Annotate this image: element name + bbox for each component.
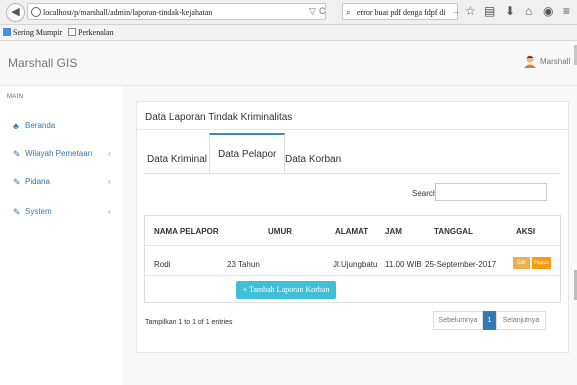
tab-data-korban[interactable]: Data Korban bbox=[285, 145, 341, 174]
sidebar-item-wilayah-pemetaan[interactable]: ✎ Wilayah Pemetaan ‹ bbox=[0, 144, 122, 164]
bookmark-perkenalan[interactable]: Perkenalan bbox=[68, 25, 114, 40]
back-icon[interactable]: ◀ bbox=[6, 3, 25, 22]
browser-toolbar: ◀ localhost/p/marshall/admin/laporan-tin… bbox=[0, 0, 577, 25]
clipboard-icon[interactable]: ▤ bbox=[484, 4, 495, 18]
report-panel: Data Laporan Tindak Kriminalitas Data Kr… bbox=[136, 101, 569, 353]
bookmarks-bar: Sering Mumpir Perkenalan bbox=[0, 25, 577, 41]
pelapor-table: NAMA PELAPOR UMUR ALAMAT JAM TANGGAL AKS… bbox=[144, 215, 561, 303]
edit-icon: ✎ bbox=[13, 149, 21, 159]
star-icon[interactable]: ☆ bbox=[465, 4, 476, 18]
chevron-left-icon: ‹ bbox=[108, 149, 111, 158]
chevron-left-icon: ‹ bbox=[108, 207, 111, 216]
column-header[interactable]: TANGGAL bbox=[434, 227, 473, 236]
user-name[interactable]: Marshall bbox=[540, 57, 570, 66]
cell-jam: 11.00 WIB bbox=[385, 260, 422, 269]
avatar[interactable] bbox=[524, 55, 536, 68]
bookmark-folder-icon bbox=[3, 28, 11, 36]
reload-icon[interactable]: C bbox=[319, 3, 326, 20]
bookmark-label: Perkenalan bbox=[78, 28, 114, 37]
url-dropdown-icon[interactable]: ▽ bbox=[309, 3, 316, 20]
row-divider bbox=[145, 245, 560, 246]
edit-button[interactable]: Edit bbox=[513, 257, 530, 269]
sidebar-item-label: Wilayah Pemetaan bbox=[25, 149, 93, 158]
edit-icon: ✎ bbox=[13, 207, 21, 217]
column-header[interactable]: AKSI bbox=[516, 227, 535, 236]
sidebar-item-label: Beranda bbox=[25, 121, 56, 130]
row-divider bbox=[145, 275, 560, 276]
brand-title[interactable]: Marshall GIS bbox=[8, 56, 77, 70]
table-search-input[interactable] bbox=[435, 183, 547, 201]
pagination-next-button[interactable]: Selanjutnya bbox=[496, 311, 546, 330]
sidebar-item-label: Pidana bbox=[25, 177, 50, 186]
home-icon[interactable]: ⌂ bbox=[525, 4, 532, 18]
sidebar-item-label: System bbox=[25, 207, 52, 216]
menu-icon[interactable]: ≡ bbox=[563, 4, 570, 18]
add-report-button[interactable]: + Tambah Laporan Korban bbox=[236, 281, 336, 299]
chevron-left-icon: ‹ bbox=[108, 177, 111, 186]
dashboard-icon: ♣ bbox=[13, 121, 19, 131]
url-text: localhost/p/marshall/admin/laporan-tinda… bbox=[43, 8, 213, 17]
sidebar-item-system[interactable]: ✎ System ‹ bbox=[0, 202, 122, 222]
bookmark-label: Sering Mumpir bbox=[13, 28, 63, 37]
pocket-icon[interactable]: ◉ bbox=[543, 4, 553, 18]
panel-title: Data Laporan Tindak Kriminalitas bbox=[145, 112, 293, 123]
column-header[interactable]: JAM bbox=[385, 227, 402, 236]
browser-search-text: error buat pdf denga fdpf di bbox=[357, 8, 446, 17]
pagination-page-button[interactable]: 1 bbox=[483, 311, 496, 330]
table-info: Tampilkan 1 to 1 of 1 entries bbox=[145, 319, 233, 326]
cell-tanggal: 25-September-2017 bbox=[425, 260, 497, 269]
browser-search-input[interactable]: ⌕ error buat pdf denga fdpf di bbox=[342, 3, 458, 20]
download-icon[interactable]: ⬇ bbox=[505, 4, 515, 18]
tab-data-pelapor[interactable]: Data Pelapor bbox=[209, 133, 286, 174]
sidebar-item-pidana[interactable]: ✎ Pidana ‹ bbox=[0, 172, 122, 192]
app-navbar: Marshall GIS Marshall bbox=[0, 41, 577, 86]
search-go-icon[interactable]: → bbox=[451, 3, 460, 20]
column-header[interactable]: UMUR bbox=[268, 227, 292, 236]
cell-alamat: Jl.Ujungbatu bbox=[333, 260, 378, 269]
column-header[interactable]: NAMA PELAPOR bbox=[154, 227, 219, 236]
tabs-divider bbox=[145, 173, 559, 174]
sidebar-item-beranda[interactable]: ♣ Beranda bbox=[0, 116, 122, 136]
cell-umur: 23 Tahun bbox=[227, 260, 260, 269]
sidebar-heading: MAIN bbox=[7, 94, 24, 100]
sidebar: MAIN ♣ Beranda ✎ Wilayah Pemetaan ‹ ✎ Pi… bbox=[0, 86, 122, 385]
edit-icon: ✎ bbox=[13, 177, 21, 187]
search-icon: ⌕ bbox=[346, 7, 352, 17]
globe-icon bbox=[31, 7, 41, 17]
column-header[interactable]: ALAMAT bbox=[335, 227, 368, 236]
cell-nama: Rodi bbox=[154, 260, 171, 269]
pagination-prev-button[interactable]: Sebelumnya bbox=[433, 311, 483, 330]
bookmark-sering-mumpir[interactable]: Sering Mumpir bbox=[3, 25, 62, 40]
page-icon bbox=[68, 28, 76, 36]
delete-button[interactable]: Hapus bbox=[532, 257, 551, 269]
address-bar[interactable]: localhost/p/marshall/admin/laporan-tinda… bbox=[27, 3, 326, 20]
divider bbox=[137, 129, 568, 130]
tab-data-kriminal[interactable]: Data Kriminal bbox=[147, 145, 207, 174]
